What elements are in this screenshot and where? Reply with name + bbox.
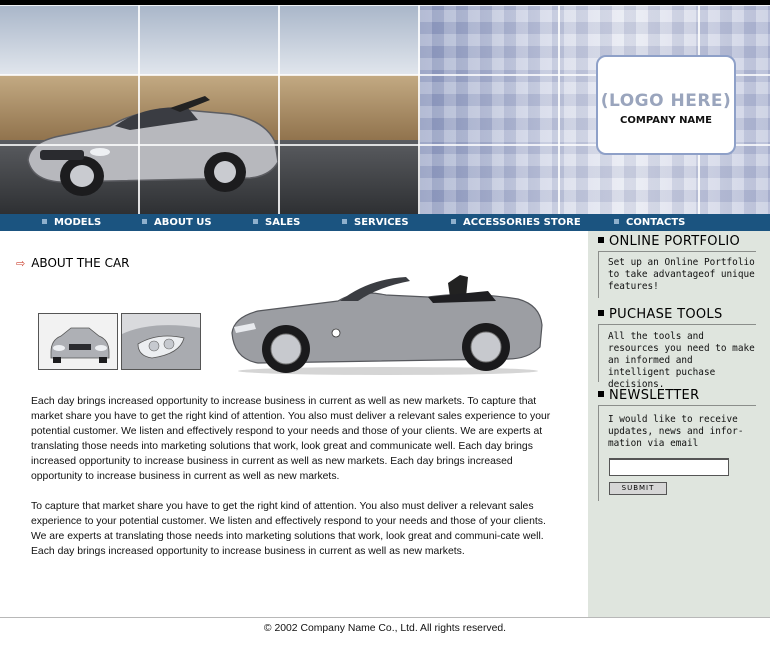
newsletter-submit-button[interactable]: SUBMIT: [609, 482, 667, 495]
newsletter-title: NEWSLETTER: [609, 388, 700, 403]
divider: [598, 405, 599, 501]
nav-label: SALES: [265, 217, 301, 228]
logo-text: (LOGO HERE): [600, 91, 732, 111]
nav-bullet-icon: [451, 219, 456, 224]
about-paragraph-1: Each day brings increased opportunity to…: [31, 396, 551, 482]
online-portfolio-heading: ONLINE PORTFOLIO: [598, 234, 740, 249]
header-banner: (LOGO HERE) COMPANY NAME: [0, 5, 770, 214]
featured-car-image: [231, 275, 543, 375]
company-name: COMPANY NAME: [620, 115, 712, 126]
footer-copyright: © 2002 Company Name Co., Ltd. All rights…: [263, 623, 507, 634]
nav-bullet-icon: [614, 219, 619, 224]
thumbnail-front-view[interactable]: [38, 313, 118, 370]
divider: [598, 324, 756, 325]
newsletter-text: I would like to receive updates, news an…: [608, 414, 744, 449]
nav-item-accessories-store[interactable]: ACCESSORIES STORE: [451, 214, 581, 231]
nav-bullet-icon: [42, 219, 47, 224]
car-headlight-thumbnail-image: [122, 314, 200, 369]
nav-item-services[interactable]: SERVICES: [342, 214, 409, 231]
sidebar: ONLINE PORTFOLIO Set up an Online Portfo…: [588, 231, 770, 617]
puchase-tools-title: PUCHASE TOOLS: [609, 307, 723, 322]
nav-label: SERVICES: [354, 217, 409, 228]
section-heading-text: ABOUT THE CAR: [31, 256, 130, 270]
divider: [598, 251, 599, 298]
about-paragraph-2: To capture that market share you have to…: [31, 501, 546, 557]
nav-bullet-icon: [342, 219, 347, 224]
nav-label: MODELS: [54, 217, 102, 228]
newsletter-email-input[interactable]: [609, 458, 729, 476]
puchase-tools-heading: PUCHASE TOOLS: [598, 307, 723, 322]
nav-bullet-icon: [142, 219, 147, 224]
nav-item-sales[interactable]: SALES: [253, 214, 300, 231]
puchase-tools-text: All the tools and resources you need to …: [608, 331, 755, 390]
square-bullet-icon: [598, 310, 604, 316]
main-content: ⇨ ABOUT THE CAR Each day brings increase…: [0, 231, 588, 617]
arrow-right-icon: ⇨: [16, 257, 26, 270]
newsletter-heading: NEWSLETTER: [598, 388, 699, 403]
nav-bullet-icon: [253, 219, 258, 224]
divider: [598, 324, 599, 382]
logo-placeholder[interactable]: (LOGO HERE) COMPANY NAME: [596, 55, 736, 155]
nav-item-about-us[interactable]: ABOUT US: [142, 214, 212, 231]
nav-item-contacts[interactable]: CONTACTS: [614, 214, 685, 231]
square-bullet-icon: [598, 391, 604, 397]
nav-label: ABOUT US: [154, 217, 212, 228]
square-bullet-icon: [598, 237, 604, 243]
main-nav: MODELS ABOUT US SALES SERVICES ACCESSORI…: [0, 214, 770, 231]
nav-label: CONTACTS: [626, 217, 686, 228]
section-heading: ⇨ ABOUT THE CAR: [16, 256, 130, 270]
nav-item-models[interactable]: MODELS: [42, 214, 101, 231]
nav-label: ACCESSORIES STORE: [463, 217, 581, 228]
divider: [598, 405, 756, 406]
page: (LOGO HERE) COMPANY NAME MODELS ABOUT US…: [0, 0, 770, 650]
footer-divider: [0, 617, 770, 618]
divider: [598, 251, 756, 252]
online-portfolio-text: Set up an Online Portfolio to take advan…: [608, 257, 755, 292]
car-front-thumbnail-image: [39, 314, 117, 369]
thumbnail-headlight-detail[interactable]: [121, 313, 201, 370]
online-portfolio-title: ONLINE PORTFOLIO: [609, 234, 741, 249]
